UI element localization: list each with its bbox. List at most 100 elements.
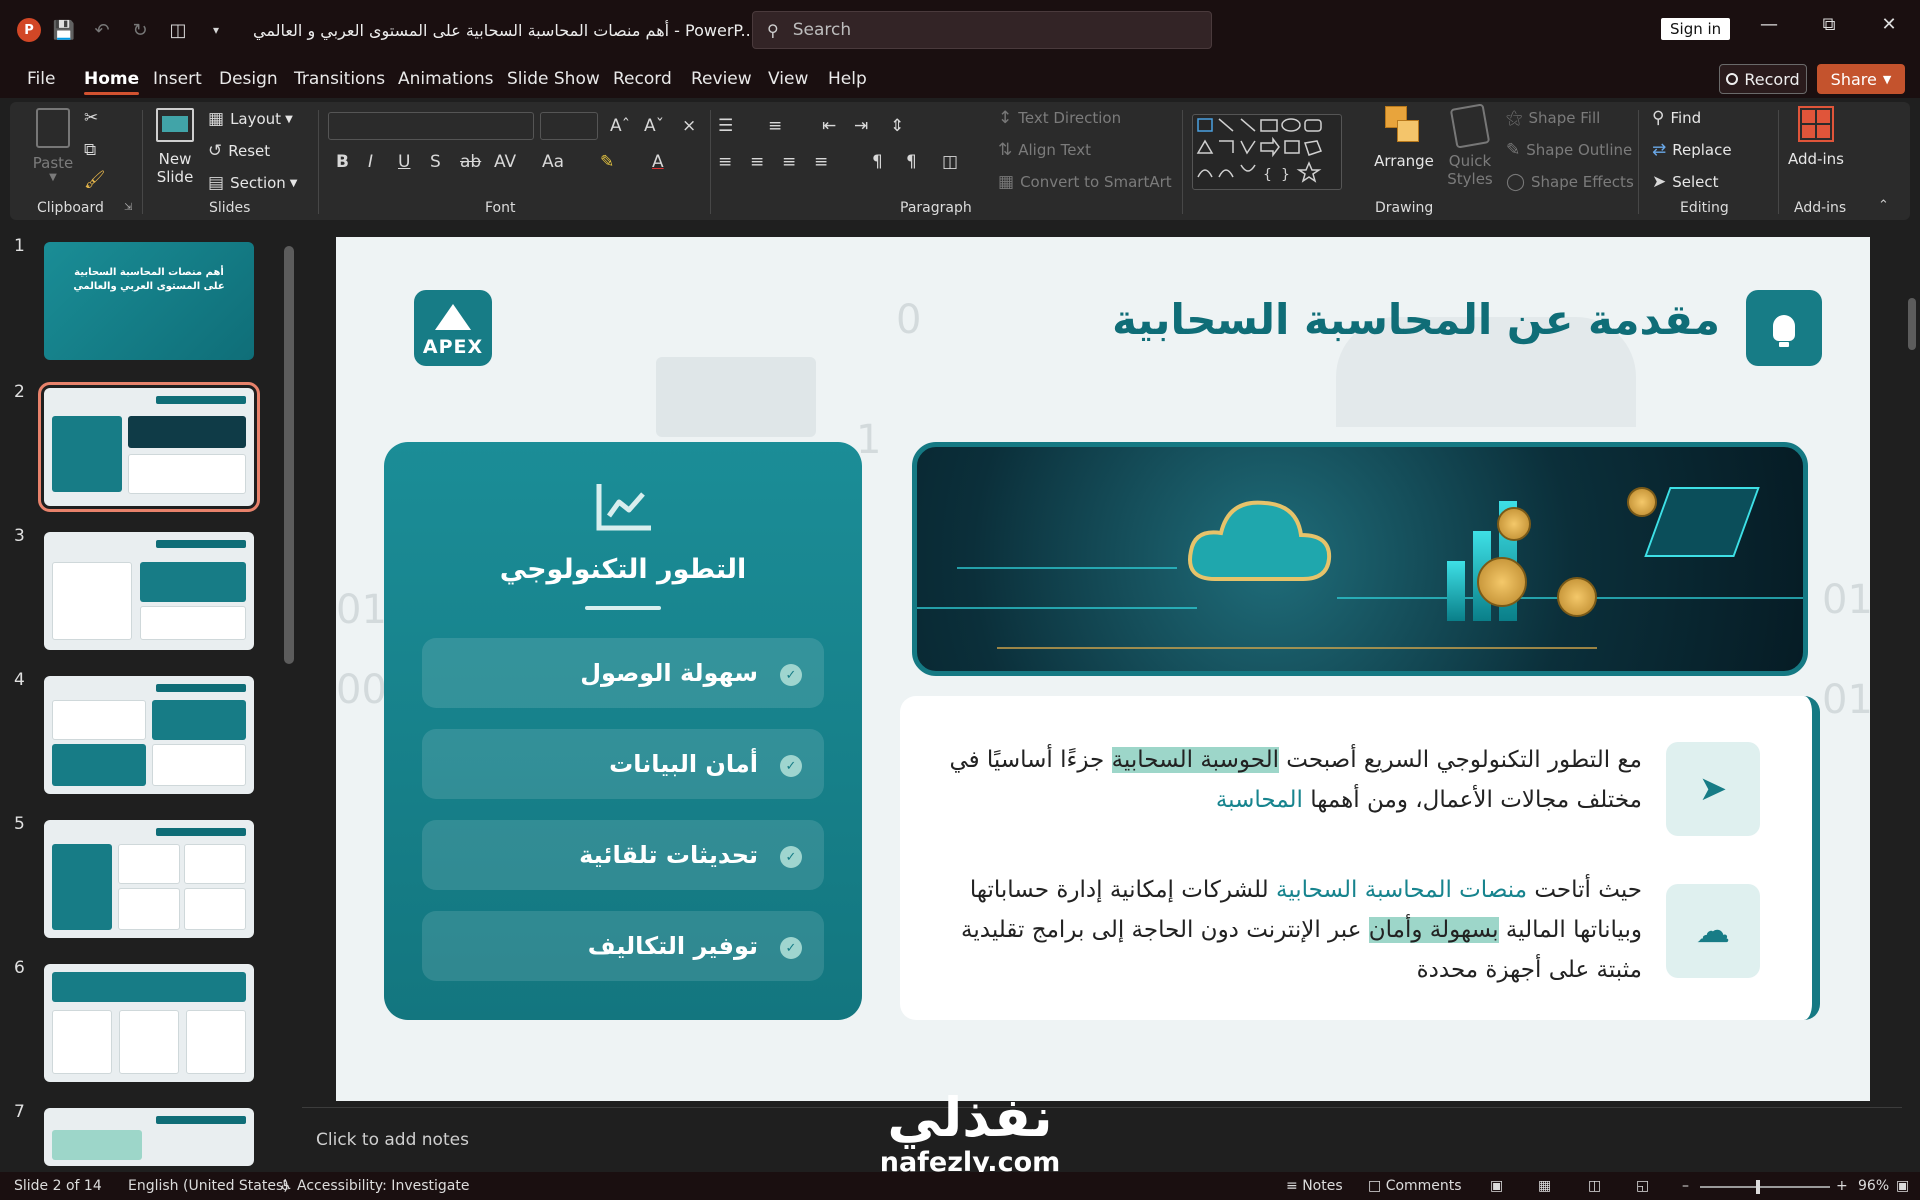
align-center-icon[interactable]: ≡ <box>750 152 764 172</box>
ltr-icon[interactable]: ¶ <box>872 152 883 172</box>
change-case-icon[interactable]: Aa <box>542 152 564 172</box>
scroll-thumb[interactable] <box>1908 298 1916 350</box>
slide-thumbnail-5[interactable] <box>44 820 254 938</box>
columns-icon[interactable]: ◫ <box>942 152 958 172</box>
tab-view[interactable]: View <box>768 69 808 89</box>
shape-effects-button[interactable]: ◯ Shape Effects <box>1506 172 1634 192</box>
tab-file[interactable]: File <box>27 69 55 89</box>
line-spacing-icon[interactable]: ⇕ <box>890 116 904 136</box>
zoom-level[interactable]: 96% <box>1858 1178 1889 1194</box>
slide-indicator[interactable]: Slide 2 of 14 <box>14 1178 102 1194</box>
language-indicator[interactable]: English (United States) <box>128 1178 289 1194</box>
numbering-icon[interactable]: ≡ <box>768 116 782 136</box>
character-spacing-icon[interactable]: AV <box>494 152 516 172</box>
slide-canvas[interactable]: 0 1 01 010 01 00 APEX مقدمة عن المحاسبة … <box>336 237 1870 1101</box>
slide-thumbnail-3[interactable] <box>44 532 254 650</box>
minimize-icon[interactable]: — <box>1754 14 1784 35</box>
comments-button[interactable]: □ Comments <box>1368 1178 1462 1194</box>
paragraph-1[interactable]: مع التطور التكنولوجي السريع أصبحت الحوسب… <box>942 740 1642 820</box>
shadow-icon[interactable]: S <box>430 152 441 172</box>
editor-scrollbar[interactable] <box>1905 226 1920 1106</box>
decrease-indent-icon[interactable]: ⇤ <box>822 116 836 136</box>
layout-button[interactable]: ▦ Layout ▼ <box>208 109 293 129</box>
tab-review[interactable]: Review <box>691 69 752 89</box>
quick-styles-button[interactable]: Quick Styles <box>1440 103 1500 188</box>
align-text-button[interactable]: ⇅ Align Text <box>998 140 1091 160</box>
undo-icon[interactable]: ↶ <box>87 15 117 45</box>
clear-formatting-icon[interactable]: ⨯ <box>682 116 696 136</box>
paste-button[interactable]: Paste ▼ <box>30 108 76 183</box>
tech-panel[interactable]: التطور التكنولوجي ✓ سهولة الوصول ✓ أمان … <box>384 442 862 1020</box>
font-name-select[interactable] <box>328 112 534 140</box>
underline-icon[interactable]: U <box>398 152 410 172</box>
bullets-icon[interactable]: ☰ <box>718 116 733 136</box>
tab-animations[interactable]: Animations <box>398 69 494 89</box>
content-card[interactable]: ➤ مع التطور التكنولوجي السريع أصبحت الحو… <box>900 696 1820 1020</box>
present-icon[interactable]: ◫ <box>163 15 193 45</box>
strikethrough-icon[interactable]: ab <box>460 152 481 172</box>
zoom-slider[interactable] <box>1700 1186 1830 1188</box>
copy-icon[interactable]: ⧉ <box>84 140 96 160</box>
italic-icon[interactable]: I <box>368 152 373 172</box>
cut-icon[interactable]: ✂ <box>84 108 98 128</box>
select-button[interactable]: ➤ Select <box>1652 172 1719 192</box>
redo-icon[interactable]: ↻ <box>125 15 155 45</box>
section-button[interactable]: ▤ Section ▼ <box>208 173 298 193</box>
slide-thumbnail-7[interactable] <box>44 1108 254 1166</box>
justify-icon[interactable]: ≡ <box>814 152 828 172</box>
customize-qat-icon[interactable]: ▾ <box>201 15 231 45</box>
decrease-font-icon[interactable]: Aˇ <box>644 116 664 136</box>
slide-thumbnail-4[interactable] <box>44 676 254 794</box>
replace-button[interactable]: ⇄ Replace <box>1652 140 1732 160</box>
dialog-launcher-icon[interactable]: ⇲ <box>124 202 132 213</box>
arrange-button[interactable]: Arrange <box>1372 106 1436 170</box>
highlight-icon[interactable]: ✎ <box>600 152 614 172</box>
tab-design[interactable]: Design <box>219 69 278 89</box>
add-ins-button[interactable]: Add-ins <box>1782 106 1850 168</box>
tab-transitions[interactable]: Transitions <box>294 69 385 89</box>
reset-button[interactable]: ↺ Reset <box>208 141 270 161</box>
shape-outline-button[interactable]: ✎ Shape Outline <box>1506 140 1632 160</box>
close-icon[interactable]: ✕ <box>1874 14 1904 35</box>
format-painter-icon[interactable]: 🖌 <box>84 170 106 190</box>
tab-insert[interactable]: Insert <box>153 69 202 89</box>
tab-slide-show[interactable]: Slide Show <box>507 69 600 89</box>
zoom-slider-thumb[interactable] <box>1756 1180 1760 1194</box>
increase-font-icon[interactable]: Aˆ <box>610 116 630 136</box>
accessibility-button[interactable]: ♿ Accessibility: Investigate <box>280 1178 469 1194</box>
slide-sorter-icon[interactable]: ▦ <box>1538 1178 1551 1194</box>
font-size-select[interactable] <box>540 112 598 140</box>
share-button[interactable]: Share ▼ <box>1817 64 1905 94</box>
align-right-icon[interactable]: ≡ <box>782 152 796 172</box>
align-left-icon[interactable]: ≡ <box>718 152 732 172</box>
reading-view-icon[interactable]: ◫ <box>1588 1178 1601 1194</box>
normal-view-icon[interactable]: ▣ <box>1490 1178 1503 1194</box>
tab-record[interactable]: Record <box>613 69 672 89</box>
slide-thumbnail-2[interactable] <box>38 382 260 512</box>
cloud-finance-image[interactable] <box>912 442 1808 676</box>
slide-thumbnail-6[interactable] <box>44 964 254 1082</box>
slide-thumbnail-1[interactable]: أهم منصات المحاسبة السحابية على المستوى … <box>44 242 254 360</box>
thumbnail-scrollbar[interactable] <box>284 246 294 664</box>
paragraph-2[interactable]: حيث أتاحت منصات المحاسبة السحابية للشركا… <box>942 870 1642 990</box>
zoom-in-icon[interactable]: + <box>1836 1178 1848 1194</box>
tab-home[interactable]: Home <box>84 69 140 95</box>
fit-slide-icon[interactable]: ▣ <box>1896 1178 1909 1194</box>
notes-pane[interactable]: Click to add notes <box>302 1107 1902 1171</box>
find-button[interactable]: ⚲ Find <box>1652 108 1701 128</box>
search-input[interactable]: ⚲ Search <box>752 11 1212 49</box>
rtl-icon[interactable]: ¶ <box>906 152 917 172</box>
restore-icon[interactable]: ⧉ <box>1814 14 1844 35</box>
record-button[interactable]: Record <box>1719 64 1807 94</box>
sign-in-button[interactable]: Sign in <box>1661 18 1731 40</box>
shapes-gallery[interactable]: {} <box>1192 114 1342 190</box>
shape-fill-button[interactable]: ⚝ Shape Fill <box>1506 108 1600 128</box>
font-color-icon[interactable]: A <box>652 152 664 172</box>
slide-title[interactable]: مقدمة عن المحاسبة السحابية <box>1112 295 1720 344</box>
new-slide-button[interactable]: New Slide <box>150 108 200 186</box>
bold-icon[interactable]: B <box>336 152 349 172</box>
convert-smartart-button[interactable]: ▦ Convert to SmartArt <box>998 172 1172 192</box>
slideshow-view-icon[interactable]: ◱ <box>1636 1178 1649 1194</box>
increase-indent-icon[interactable]: ⇥ <box>854 116 868 136</box>
notes-button[interactable]: ≡ Notes <box>1286 1178 1343 1194</box>
